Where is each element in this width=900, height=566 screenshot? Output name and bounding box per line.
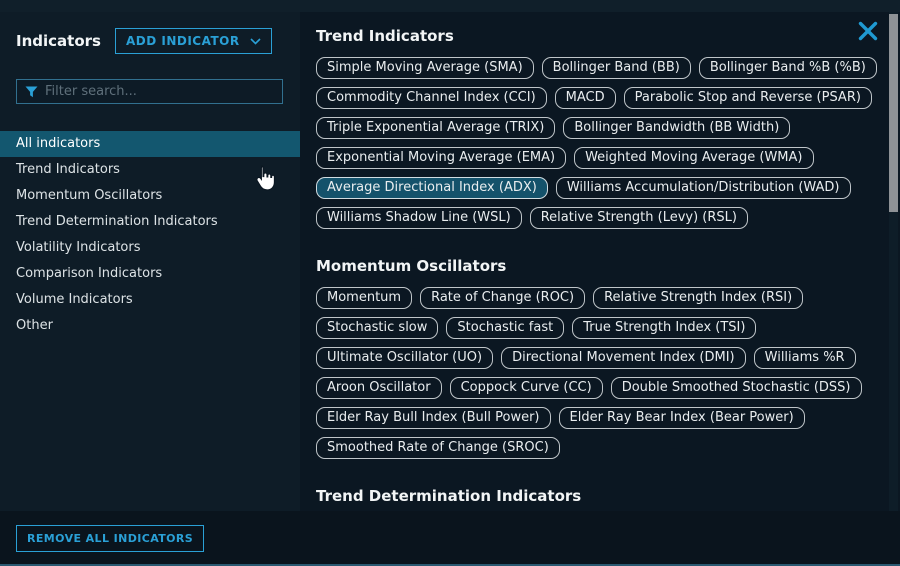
filter-search-input[interactable] [45,84,274,99]
indicator-pill[interactable]: Williams Accumulation/Distribution (WAD) [556,177,851,199]
sidebar-item-comparison-indicators[interactable]: Comparison Indicators [0,261,300,287]
indicator-pill[interactable]: Bollinger Band %B (%B) [699,57,877,79]
indicators-dialog: Indicators ADD INDICATOR All indicatorsT… [0,0,900,566]
indicator-pill[interactable]: Stochastic fast [446,317,564,339]
dialog-title: Indicators [16,32,101,50]
indicator-pill[interactable]: Stochastic slow [316,317,438,339]
pill-row: Commodity Channel Index (CCI) MACD Parabol… [316,87,886,109]
pill-row: Simple Moving Average (SMA) Bollinger Ban… [316,57,886,79]
close-icon[interactable] [858,21,878,41]
pill-row: Elder Ray Bull Index (Bull Power) Elder R… [316,407,886,429]
add-indicator-button[interactable]: ADD INDICATOR [115,28,272,54]
pill-row: Aroon Oscillator Coppock Curve (CC) Double… [316,377,886,399]
section-trend-determination-indicators: Trend Determination Indicators [316,487,886,513]
scrollbar-track[interactable] [889,12,898,513]
indicator-panel: Trend Indicators Simple Moving Average (S… [300,12,886,513]
sidebar-item-all-indicators[interactable]: All indicators [0,131,300,157]
scrollbar-thumb[interactable] [889,14,898,212]
sidebar-item-volatility-indicators[interactable]: Volatility Indicators [0,235,300,261]
pill-row: Triple Exponential Average (TRIX) Bolling… [316,117,886,139]
indicator-pill[interactable]: Directional Movement Index (DMI) [501,347,746,369]
pill-row: Momentum Rate of Change (ROC) Relative Str… [316,287,886,309]
indicator-pill[interactable]: Weighted Moving Average (WMA) [574,147,813,169]
indicator-pill[interactable]: Williams Shadow Line (WSL) [316,207,522,229]
pill-row: Average Directional Index (ADX) Williams … [316,177,886,199]
section-title: Trend Indicators [316,27,886,45]
indicator-pill[interactable]: True Strength Index (TSI) [572,317,756,339]
pill-row: Stochastic slow Stochastic fast True Stren… [316,317,886,339]
section-trend-indicators: Trend Indicators Simple Moving Average (S… [316,27,886,229]
indicator-pill[interactable]: Elder Ray Bull Index (Bull Power) [316,407,551,429]
indicator-pill[interactable]: Relative Strength Index (RSI) [593,287,803,309]
indicator-pill[interactable]: Parabolic Stop and Reverse (PSAR) [624,87,872,109]
filter-funnel-icon [25,86,38,98]
pill-row: Williams Shadow Line (WSL) Relative Stren… [316,207,886,229]
section-momentum-oscillators: Momentum Oscillators Momentum Rate of Chan… [316,257,886,459]
indicator-pill[interactable]: Rate of Change (ROC) [420,287,585,309]
section-title: Trend Determination Indicators [316,487,886,505]
indicator-pill[interactable]: Average Directional Index (ADX) [316,177,548,199]
pill-row: Ultimate Oscillator (UO) Directional Move… [316,347,886,369]
sidebar-item-trend-indicators[interactable]: Trend Indicators [0,157,300,183]
filter-search-box[interactable] [16,79,283,104]
add-indicator-label: ADD INDICATOR [126,34,240,48]
sidebar-item-momentum-oscillators[interactable]: Momentum Oscillators [0,183,300,209]
indicator-pill[interactable]: MACD [555,87,616,109]
indicator-pill[interactable]: Bollinger Bandwidth (BB Width) [563,117,790,139]
remove-all-indicators-button[interactable]: REMOVE ALL INDICATORS [16,525,204,552]
indicator-pill[interactable]: Exponential Moving Average (EMA) [316,147,566,169]
indicator-pill[interactable]: Relative Strength (Levy) (RSL) [530,207,748,229]
sidebar-item-volume-indicators[interactable]: Volume Indicators [0,287,300,313]
indicator-pill[interactable]: Double Smoothed Stochastic (DSS) [611,377,862,399]
indicator-pill[interactable]: Bollinger Band (BB) [542,57,691,79]
dialog-top-strip [0,0,900,12]
indicator-pill[interactable]: Williams %R [754,347,856,369]
indicator-pill[interactable]: Triple Exponential Average (TRIX) [316,117,555,139]
pill-row: Exponential Moving Average (EMA) Weighted… [316,147,886,169]
sidebar-item-other[interactable]: Other [0,313,300,339]
indicator-pill[interactable]: Smoothed Rate of Change (SROC) [316,437,560,459]
indicator-pill[interactable]: Elder Ray Bear Index (Bear Power) [559,407,805,429]
sidebar-item-trend-determination-indicators[interactable]: Trend Determination Indicators [0,209,300,235]
indicator-pill[interactable]: Simple Moving Average (SMA) [316,57,534,79]
indicator-pill[interactable]: Coppock Curve (CC) [450,377,603,399]
indicator-pill[interactable]: Commodity Channel Index (CCI) [316,87,547,109]
section-title: Momentum Oscillators [316,257,886,275]
indicator-pill[interactable]: Aroon Oscillator [316,377,442,399]
chevron-down-icon [250,38,261,45]
sidebar-header: Indicators ADD INDICATOR [0,12,300,54]
pill-row: Smoothed Rate of Change (SROC) [316,437,886,459]
dialog-footer: REMOVE ALL INDICATORS [0,511,900,564]
indicator-pill[interactable]: Momentum [316,287,412,309]
sidebar: Indicators ADD INDICATOR All indicatorsT… [0,12,300,513]
sidebar-category-list: All indicatorsTrend IndicatorsMomentum O… [0,131,300,339]
indicator-pill[interactable]: Ultimate Oscillator (UO) [316,347,493,369]
